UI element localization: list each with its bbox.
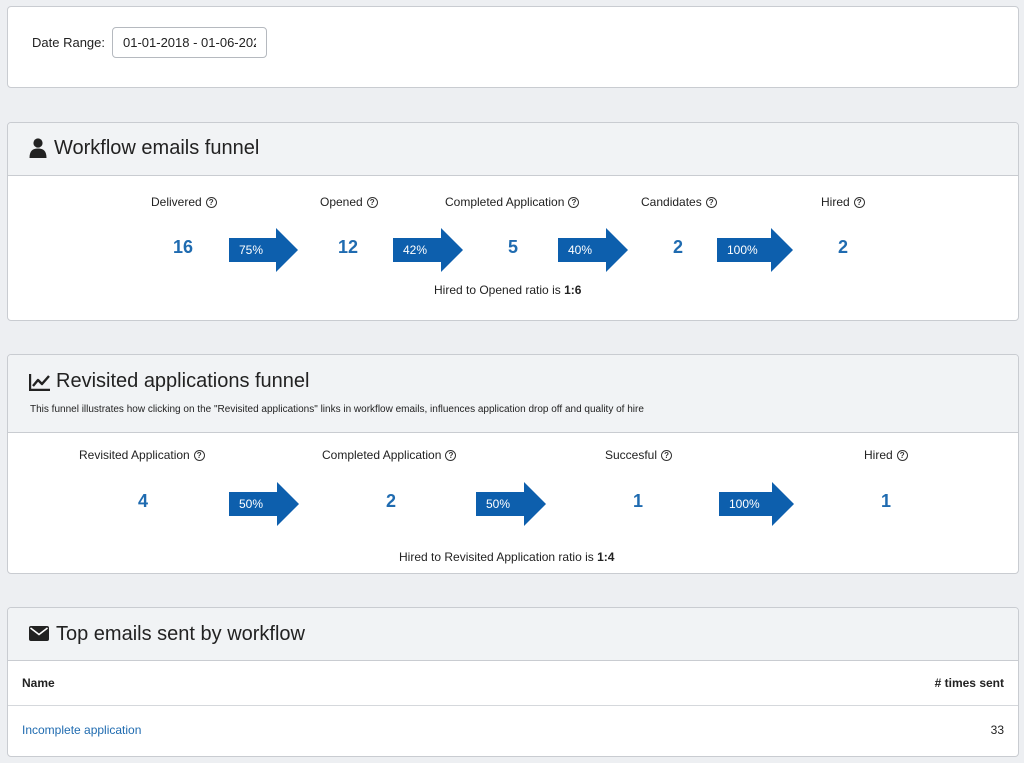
stage-label-hired: Hired? [864,448,908,462]
date-range-card: Date Range: [7,6,1019,88]
stage-value-delivered: 16 [172,237,194,257]
user-icon [29,138,47,163]
stage-label-completed-application: Completed Application? [322,448,457,462]
stage-value-revisited-application: 4 [137,491,148,511]
conversion-arrow: 75% [229,228,298,272]
top-emails-title: Top emails sent by workflow [56,623,305,645]
conversion-arrow: 40% [558,228,628,272]
help-icon[interactable]: ? [853,196,865,208]
stage-value-succesful: 1 [632,491,643,511]
stage-value-hired: 1 [880,491,891,511]
help-icon[interactable]: ? [661,449,673,461]
stage-value-opened: 12 [337,237,359,257]
line-chart-icon [28,373,51,396]
revisited-funnel-title: Revisited applications funnel [56,370,310,392]
stage-label-delivered: Delivered? [151,195,217,209]
conversion-arrow: 100% [717,228,793,272]
stage-label-hired: Hired? [821,195,865,209]
table-divider [8,705,1018,706]
conversion-arrow: 50% [476,482,546,526]
help-icon[interactable]: ? [705,196,717,208]
stage-label-succesful: Succesful? [605,448,673,462]
column-header-times-sent[interactable]: # times sent [935,676,1004,690]
email-name-link[interactable]: Incomplete application [22,723,141,737]
help-icon[interactable]: ? [568,196,580,208]
stage-label-revisited-application: Revisited Application? [79,448,205,462]
help-icon[interactable]: ? [896,449,908,461]
stage-label-completed-application: Completed Application? [445,195,580,209]
top-emails-header: Top emails sent by workflow [8,608,1018,661]
email-times-sent: 33 [990,723,1004,737]
workflow-funnel-header: Workflow emails funnel [8,123,1018,176]
stage-value-completed-application: 2 [385,491,396,511]
revisited-funnel-description: This funnel illustrates how clicking on … [30,404,644,415]
stage-value-candidates: 2 [672,237,683,257]
hired-to-opened-ratio: Hired to Opened ratio is 1:6 [434,283,582,297]
workflow-funnel-card: Workflow emails funnel Delivered? Opened… [7,122,1019,321]
revisited-funnel-card: Revisited applications funnel This funne… [7,354,1019,574]
conversion-arrow: 42% [393,228,463,272]
envelope-icon [29,626,49,646]
help-icon[interactable]: ? [366,196,378,208]
date-range-input[interactable] [112,27,267,58]
workflow-funnel-title: Workflow emails funnel [54,137,260,159]
help-icon[interactable]: ? [445,449,457,461]
stage-label-candidates: Candidates? [641,195,717,209]
help-icon[interactable]: ? [205,196,217,208]
stage-value-hired: 2 [837,237,848,257]
date-range-label: Date Range: [32,35,105,50]
top-emails-card: Top emails sent by workflow Name # times… [7,607,1019,757]
stage-label-opened: Opened? [320,195,378,209]
conversion-arrow: 50% [229,482,299,526]
column-header-name[interactable]: Name [22,676,55,690]
hired-to-revisited-ratio: Hired to Revisited Application ratio is … [399,550,615,564]
help-icon[interactable]: ? [193,449,205,461]
conversion-arrow: 100% [719,482,794,526]
revisited-funnel-header: Revisited applications funnel This funne… [8,355,1018,433]
stage-value-completed-application: 5 [507,237,518,257]
